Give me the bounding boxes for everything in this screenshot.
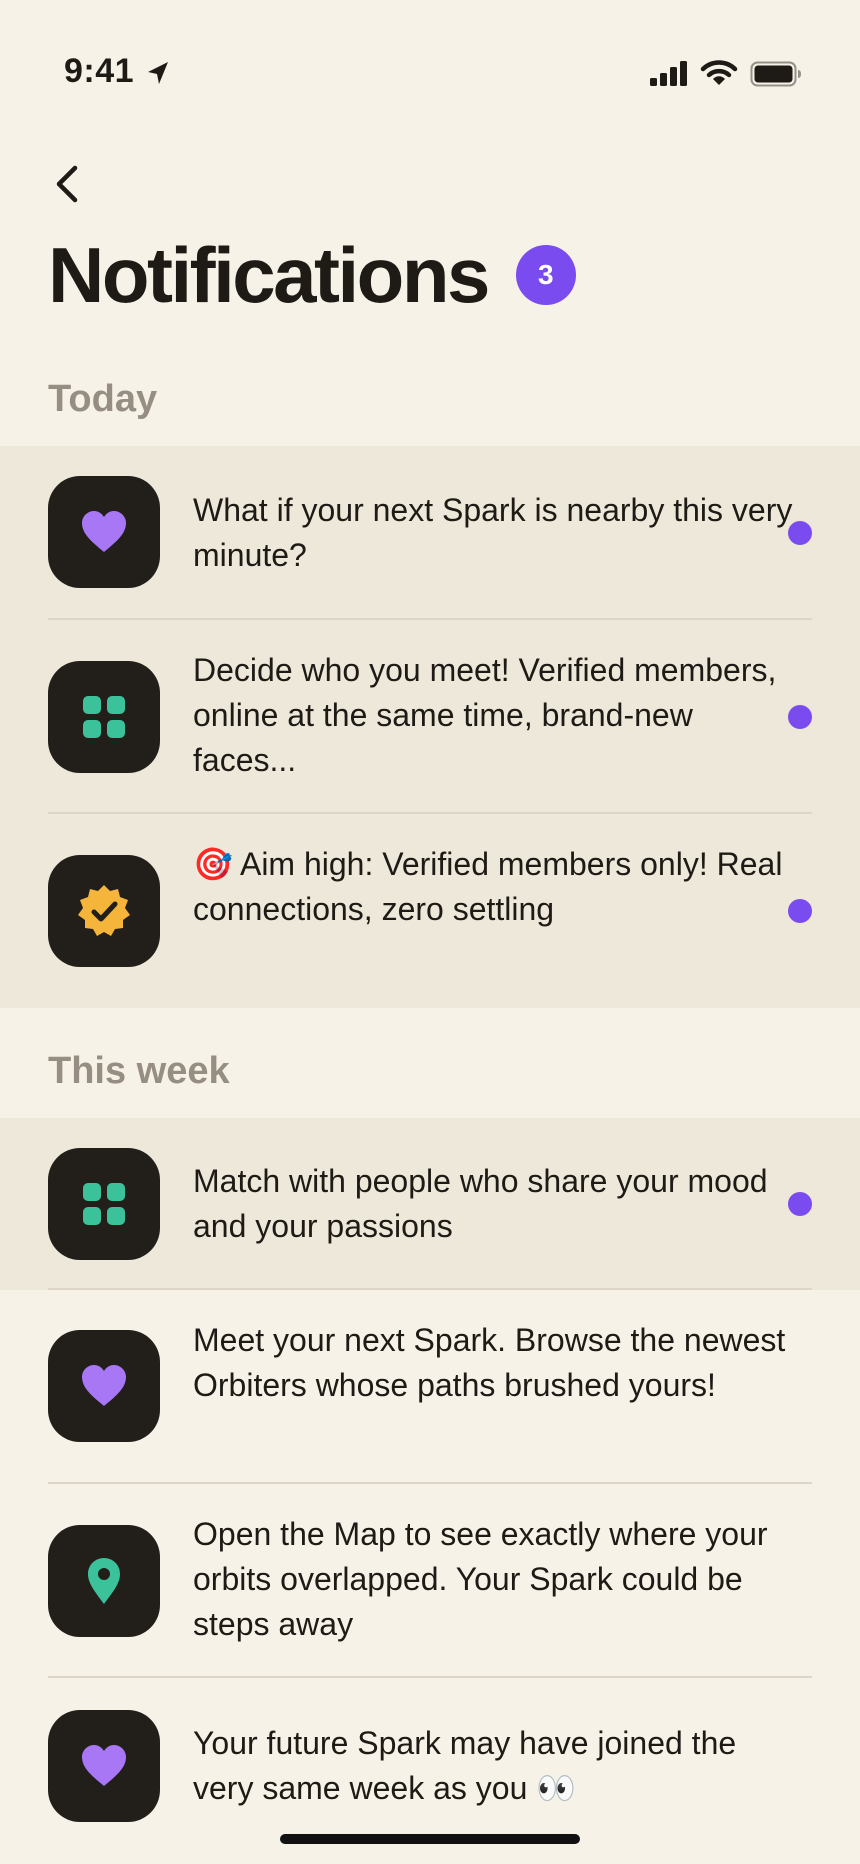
notification-text: 🎯 Aim high: Verified members only! Real … — [193, 846, 783, 927]
unread-dot — [788, 1192, 812, 1216]
map-pin-icon — [48, 1525, 160, 1637]
unread-dot — [788, 521, 812, 545]
unread-dot — [788, 899, 812, 923]
back-button[interactable] — [44, 158, 92, 210]
notification-list-this-week: Match with people who share your mood an… — [0, 1118, 860, 1864]
verified-badge-icon — [48, 855, 160, 967]
notification-list-today: What if your next Spark is nearby this v… — [0, 446, 860, 1008]
section-label-this-week: This week — [48, 1050, 230, 1092]
status-bar: 9:41 — [0, 0, 860, 150]
notification-item[interactable]: Meet your next Spark. Browse the newest … — [0, 1290, 860, 1484]
grid-icon — [48, 661, 160, 773]
chevron-left-icon — [56, 165, 78, 203]
notification-item[interactable]: Match with people who share your mood an… — [0, 1118, 860, 1290]
notification-item[interactable]: Open the Map to see exactly where your o… — [0, 1484, 860, 1678]
notification-text: Your future Spark may have joined the ve… — [193, 1725, 737, 1806]
cellular-signal-icon — [650, 61, 687, 86]
page-title: Notifications — [48, 231, 490, 319]
notification-text: What if your next Spark is nearby this v… — [193, 492, 793, 573]
wifi-icon — [700, 60, 738, 85]
notification-item[interactable]: 🎯 Aim high: Verified members only! Real … — [0, 814, 860, 1008]
status-time: 9:41 — [64, 52, 135, 90]
unread-count-badge: 3 — [515, 245, 576, 305]
notification-item[interactable]: Decide who you meet! Verified members, o… — [0, 620, 860, 814]
page-header: Notifications 3 — [48, 236, 576, 314]
notification-text: Open the Map to see exactly where your o… — [193, 1516, 768, 1642]
unread-dot — [788, 705, 812, 729]
grid-icon — [48, 1148, 160, 1260]
heart-icon — [48, 1330, 160, 1442]
section-label-today: Today — [48, 378, 158, 420]
home-indicator — [280, 1834, 580, 1844]
notification-item[interactable]: What if your next Spark is nearby this v… — [0, 446, 860, 620]
battery-icon — [750, 61, 801, 87]
notification-text: Decide who you meet! Verified members, o… — [193, 652, 777, 778]
notification-text: Match with people who share your mood an… — [193, 1163, 768, 1244]
heart-icon — [48, 476, 160, 588]
heart-icon — [48, 1710, 160, 1822]
notification-text: Meet your next Spark. Browse the newest … — [193, 1322, 786, 1403]
location-arrow-icon — [148, 62, 168, 84]
